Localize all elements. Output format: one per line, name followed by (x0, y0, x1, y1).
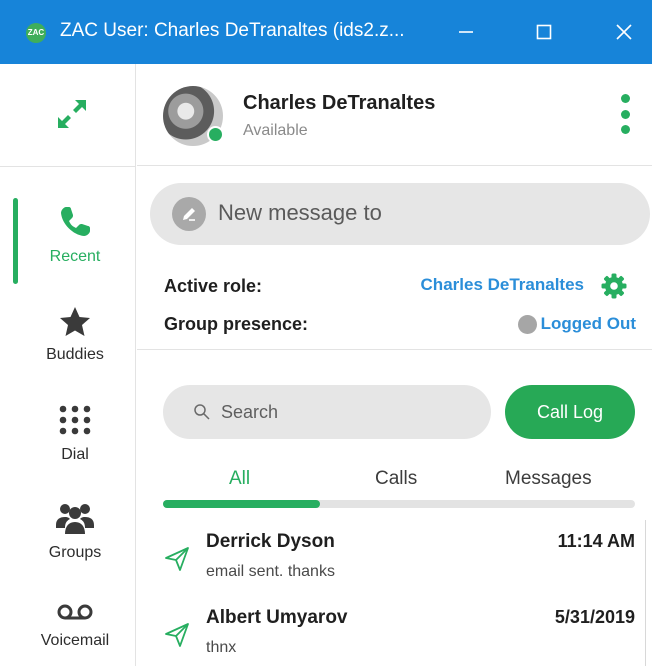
search-icon (194, 404, 210, 420)
send-icon (165, 623, 189, 647)
contact-name: Albert Umyarov (206, 607, 348, 628)
sidebar-item-label: Buddies (46, 346, 104, 363)
search-input[interactable]: Search (163, 385, 491, 439)
active-role-link[interactable]: Charles DeTranaltes (421, 275, 584, 295)
sidebar-item-buddies[interactable]: Buddies (14, 304, 136, 364)
profile-status[interactable]: Available (243, 122, 308, 140)
app-logo-icon: ZAC (26, 23, 46, 43)
tab-active-indicator (163, 500, 320, 508)
dialpad-icon (59, 405, 91, 435)
send-icon (165, 547, 189, 571)
group-presence-label: Group presence: (164, 314, 309, 334)
maximize-button[interactable] (508, 0, 580, 64)
maximize-icon (536, 24, 552, 40)
voicemail-icon (57, 604, 93, 620)
message-snippet: thnx (206, 639, 237, 656)
sidebar-item-label: Groups (48, 544, 102, 561)
kebab-dot-icon (620, 109, 630, 119)
kebab-dot-icon (620, 125, 630, 134)
minimize-button[interactable] (430, 0, 502, 64)
window-title: ZAC User: Charles DeTranaltes (ids2.z... (60, 20, 405, 41)
message-snippet: email sent. thanks (206, 563, 335, 580)
kebab-dot-icon (620, 94, 630, 103)
group-presence-value: Logged Out (540, 314, 636, 333)
profile-name: Charles DeTranaltes (243, 92, 436, 114)
tab-messages[interactable]: Messages (505, 468, 592, 490)
sidebar-item-groups[interactable]: Groups (14, 498, 136, 562)
list-scrollbar[interactable] (645, 520, 652, 666)
sidebar-item-voicemail[interactable]: Voicemail (14, 600, 136, 650)
presence-available-icon (207, 126, 224, 143)
role-settings-button[interactable] (600, 272, 628, 300)
close-button[interactable] (588, 0, 652, 64)
sidebar-item-label: Dial (61, 446, 89, 463)
minimize-icon (459, 31, 473, 33)
profile-header: Charles DeTranaltes Available (137, 64, 652, 166)
call-log-button[interactable]: Call Log (505, 385, 635, 439)
new-message-placeholder: New message to (218, 200, 382, 225)
role-section: Active role: Charles DeTranaltes Group p… (137, 262, 652, 350)
window-titlebar: ZAC ZAC User: Charles DeTranaltes (ids2.… (0, 0, 652, 64)
sidebar-item-dial[interactable]: Dial (14, 400, 136, 464)
presence-offline-icon (517, 314, 537, 334)
active-role-label: Active role: (164, 276, 263, 296)
contact-name: Derrick Dyson (206, 531, 335, 552)
expand-button[interactable] (48, 90, 96, 138)
sidebar-item-label: Voicemail (40, 632, 110, 649)
pencil-icon (172, 197, 206, 231)
expand-arrows-icon (58, 100, 86, 128)
phone-icon (61, 207, 90, 236)
list-item[interactable]: Albert Umyarov 5/31/2019 thnx (137, 601, 645, 666)
tab-all[interactable]: All (229, 468, 250, 490)
tab-calls[interactable]: Calls (375, 468, 417, 490)
item-timestamp: 5/31/2019 (554, 607, 635, 627)
more-options-button[interactable] (617, 94, 633, 134)
sidebar-item-recent[interactable]: Recent (14, 202, 136, 266)
item-timestamp: 11:14 AM (557, 531, 635, 551)
list-item[interactable]: Derrick Dyson 11:14 AM email sent. thank… (137, 525, 645, 599)
gear-icon (601, 273, 627, 299)
sidebar: Recent Buddies Dial Groups Voicemail (0, 64, 136, 666)
groups-icon (56, 504, 94, 534)
sidebar-divider (0, 166, 136, 167)
new-message-input[interactable]: New message to (150, 183, 650, 245)
group-presence-status[interactable]: Logged Out (517, 314, 636, 334)
search-placeholder: Search (221, 401, 279, 422)
close-icon (616, 24, 632, 40)
sidebar-item-label: Recent (49, 248, 101, 265)
star-icon (60, 307, 90, 336)
